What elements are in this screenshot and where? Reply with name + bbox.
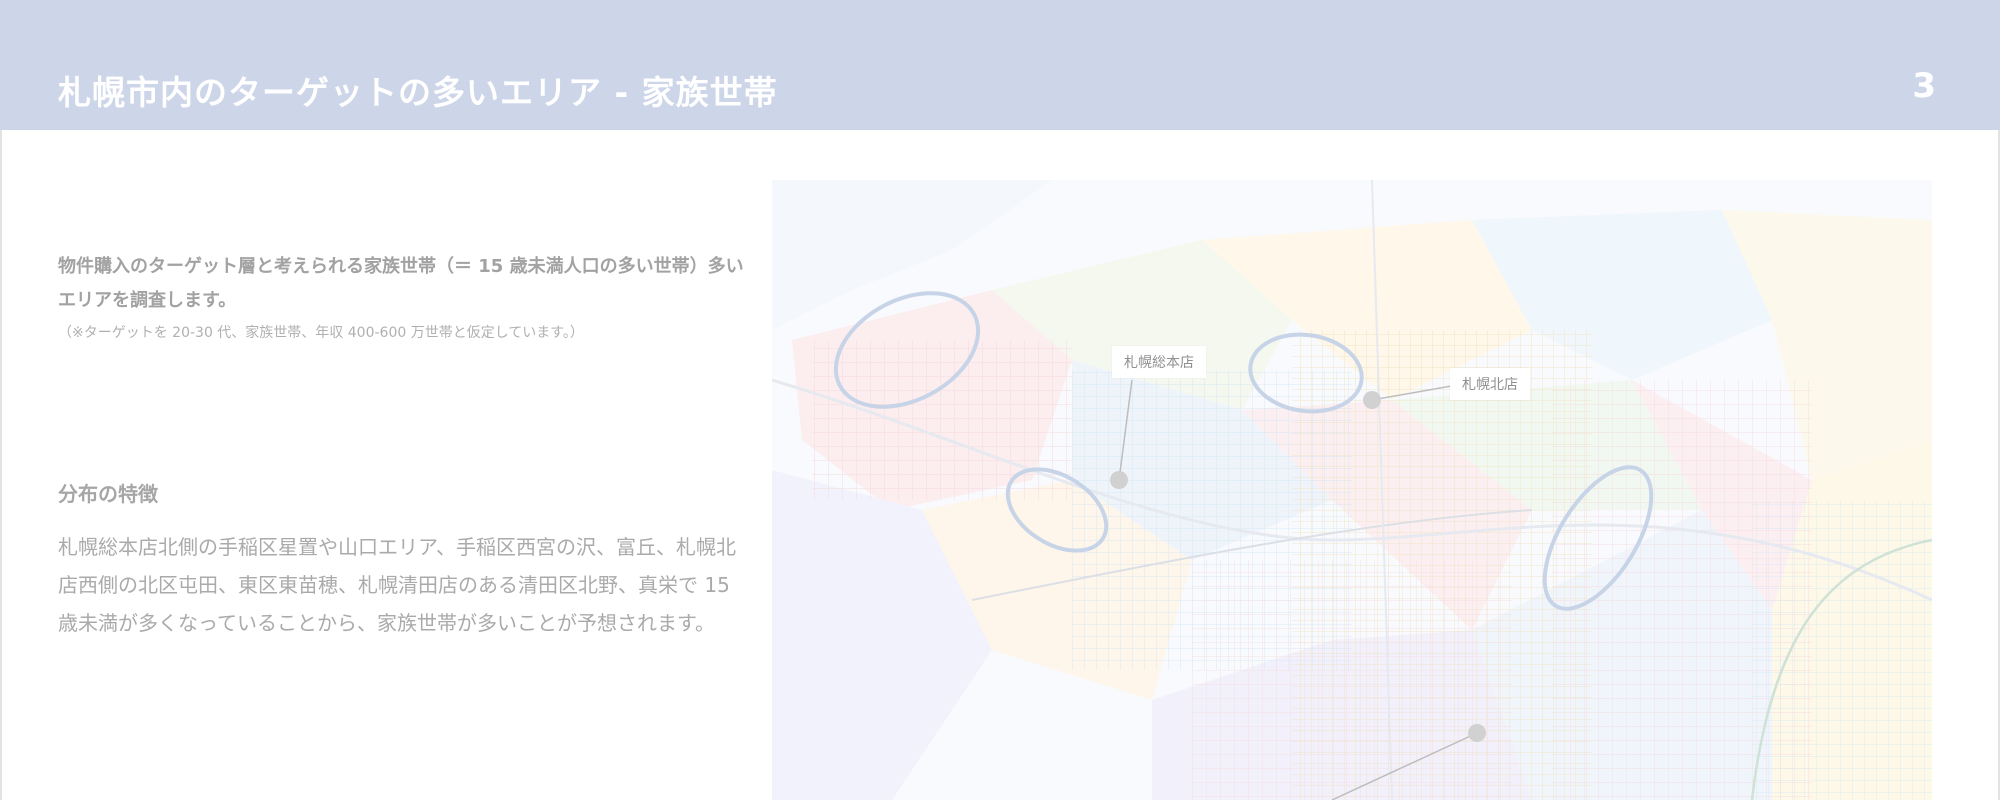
map-image: 札幌総本店 札幌北店	[772, 180, 1932, 800]
intro-text: 物件購入のターゲット層と考えられる家族世帯（＝ 15 歳未満人口の多い世帯）多い…	[58, 256, 744, 311]
header-bar: 札幌市内のターゲットの多いエリア - 家族世帯 3	[0, 0, 2000, 130]
map-graphic	[772, 180, 1932, 800]
distribution-body: 札幌総本店北側の手稲区星置や山口エリア、手稲区西宮の沢、富丘、札幌北店西側の北区…	[58, 535, 736, 635]
map-label-store-main: 札幌総本店	[1112, 346, 1206, 378]
page-title: 札幌市内のターゲットの多いエリア - 家族世帯	[58, 73, 778, 112]
intro-note: （※ターゲットを 20-30 代、家族世帯、年収 400-600 万世帯と仮定し…	[58, 325, 584, 341]
distribution-heading: 分布の特徴	[58, 482, 158, 506]
map-label-store-north: 札幌北店	[1450, 368, 1530, 400]
page-number: 3	[1912, 66, 1936, 106]
slide: 札幌市内のターゲットの多いエリア - 家族世帯 3 物件購入のターゲット層と考え…	[0, 0, 2000, 800]
frame-left-border	[0, 130, 2, 800]
